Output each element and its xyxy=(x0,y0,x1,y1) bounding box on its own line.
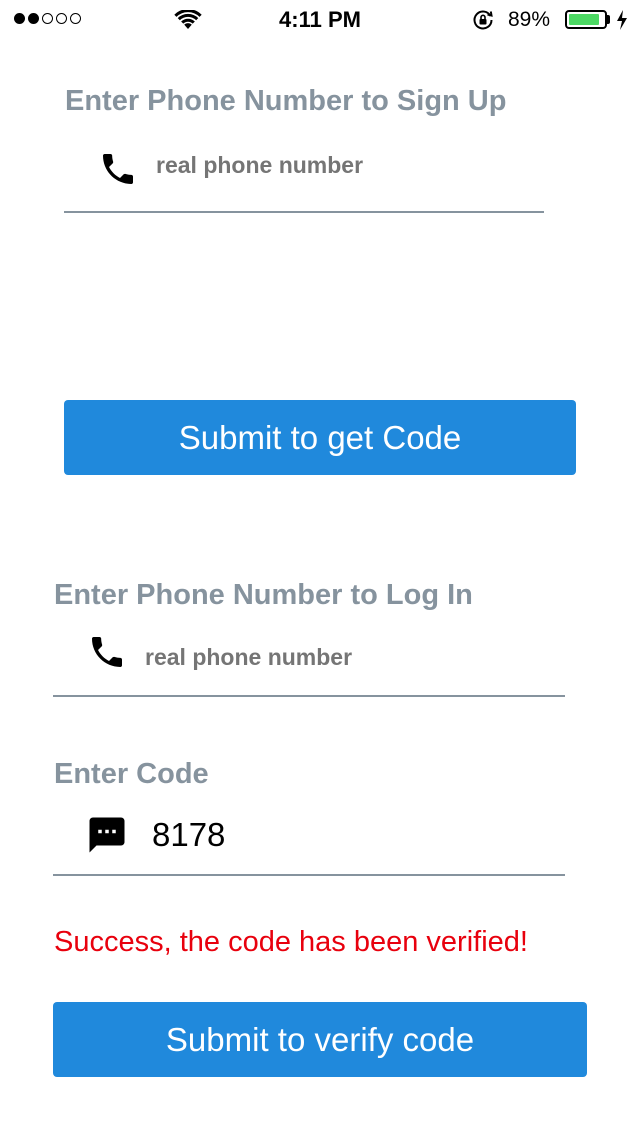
login-title: Enter Phone Number to Log In xyxy=(54,579,473,611)
signup-phone-input[interactable] xyxy=(156,150,536,180)
battery-cap xyxy=(607,15,610,24)
code-title: Enter Code xyxy=(54,758,209,790)
battery-icon xyxy=(565,10,607,29)
submit-get-code-button[interactable]: Submit to get Code xyxy=(64,400,576,475)
battery-fill xyxy=(569,14,600,25)
message-icon xyxy=(89,817,125,853)
phone-icon xyxy=(103,154,133,184)
login-phone-underline xyxy=(53,695,565,697)
login-phone-input[interactable] xyxy=(145,642,545,672)
phone-icon xyxy=(92,637,122,667)
signup-phone-underline xyxy=(64,211,544,213)
submit-verify-code-button[interactable]: Submit to verify code xyxy=(53,1002,587,1077)
signup-title: Enter Phone Number to Sign Up xyxy=(65,85,507,117)
charging-bolt-icon xyxy=(617,10,627,30)
orientation-lock-icon xyxy=(473,10,493,30)
battery-percent: 89% xyxy=(508,8,551,31)
code-underline xyxy=(53,874,565,876)
success-message: Success, the code has been verified! xyxy=(54,926,528,958)
status-bar: 4:11 PM 89% xyxy=(0,0,640,40)
code-input[interactable] xyxy=(152,814,552,856)
